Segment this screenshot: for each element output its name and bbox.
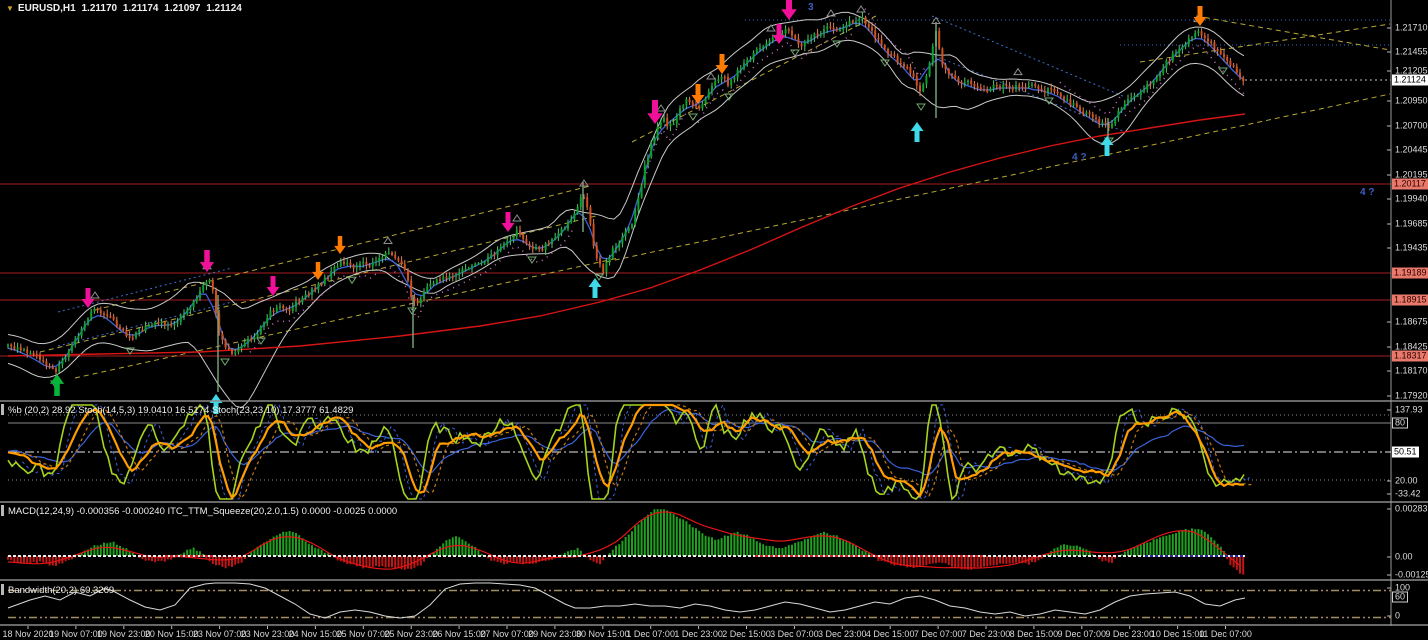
ohlc-low: 1.21097 <box>164 3 201 14</box>
y-axis-label: 0 <box>1395 610 1401 621</box>
y-axis-label: 137.93 <box>1395 404 1423 415</box>
y-axis-label: 1.19435 <box>1395 242 1428 253</box>
y-axis-label: 1.19685 <box>1395 218 1428 229</box>
y-axis-label: -0.001251 <box>1395 569 1428 580</box>
time-axis-label: 23 Nov 07:00 <box>192 629 247 639</box>
time-axis-label: 1 Dec 23:00 <box>674 629 723 639</box>
y-axis-label: 1.17920 <box>1395 390 1428 401</box>
y-axis-price-box: 80 <box>1392 417 1409 429</box>
signal-arrow-magenta-down <box>266 276 280 296</box>
time-axis-label: 25 Nov 07:00 <box>336 629 391 639</box>
time-axis-label: 7 Dec 23:00 <box>961 629 1011 639</box>
ohlc-close: 1.21124 <box>206 3 242 14</box>
y-axis-price-box: 60 <box>1392 591 1409 603</box>
time-axis-label: 24 Nov 15:00 <box>288 629 343 639</box>
signal-arrow-cyan-up <box>1100 136 1114 156</box>
y-axis-label: 1.20950 <box>1395 95 1428 106</box>
time-axis-label: 23 Nov 23:00 <box>240 629 295 639</box>
signal-arrow-magenta-down <box>199 250 215 272</box>
time-axis-label: 8 Dec 15:00 <box>1009 629 1059 639</box>
time-axis-label: 10 Dec 15:00 <box>1150 629 1205 639</box>
symbol-label: EURUSD,H1 <box>17 3 76 14</box>
time-axis-label: 3 Dec 07:00 <box>770 629 819 639</box>
time-axis-label: 4 Dec 15:00 <box>865 629 915 639</box>
signal-arrow-cyan-up <box>910 122 924 142</box>
wave-count-annotation: 3 <box>808 2 814 13</box>
y-axis-label: 1.21455 <box>1395 46 1428 57</box>
wave-count-annotation: 4 ? <box>1072 152 1087 163</box>
time-axis-label: 7 Dec 07:00 <box>913 629 963 639</box>
time-axis-label: 1 Dec 07:00 <box>626 629 675 639</box>
symbol-marker-icon: ▼ <box>6 4 14 13</box>
time-axis-label: 2 Dec 15:00 <box>722 629 771 639</box>
y-axis-label: 1.20700 <box>1395 120 1428 131</box>
time-axis-label: 18 Nov 2020 <box>2 629 54 639</box>
time-axis-label: 27 Nov 07:00 <box>480 629 534 639</box>
macd-panel-label: MACD(12,24,9) -0.000356 -0.000240 ITC_TT… <box>8 506 398 517</box>
y-axis-label: 1.20445 <box>1395 144 1428 155</box>
signal-arrow-magenta-down <box>501 212 515 232</box>
y-axis-price-box: 50.51 <box>1392 446 1419 458</box>
y-axis-label: 1.18170 <box>1395 365 1428 376</box>
time-axis-label: 3 Dec 23:00 <box>818 629 867 639</box>
time-axis-label: 11 Dec 07:00 <box>1199 629 1252 639</box>
y-axis-price-box: 1.18915 <box>1392 294 1428 306</box>
time-axis-label: 26 Nov 15:00 <box>432 629 486 639</box>
y-axis-label: 1.19940 <box>1395 193 1428 204</box>
time-axis-label: 25 Nov 23:00 <box>384 629 438 639</box>
signal-arrow-cyan-up <box>588 278 602 298</box>
y-axis-label: 1.18675 <box>1395 316 1428 327</box>
chart-title: ▼ EURUSD,H1 1.21170 1.21174 1.21097 1.211… <box>6 3 245 14</box>
y-axis-label: 0.00 <box>1395 551 1413 562</box>
time-axis-label: 29 Nov 23:00 <box>528 629 582 639</box>
ohlc-open: 1.21170 <box>81 3 118 14</box>
signal-arrow-orange-down <box>715 54 729 74</box>
percent-b-panel-handle[interactable] <box>1 404 4 415</box>
time-axis-label: 9 Dec 07:00 <box>1057 629 1107 639</box>
trading-chart-window: ▼ EURUSD,H1 1.21170 1.21174 1.21097 1.211… <box>0 0 1428 640</box>
y-axis-price-box: 1.18317 <box>1392 350 1428 362</box>
y-axis-price-box: 1.19189 <box>1392 267 1428 279</box>
y-axis-label: 20.00 <box>1395 475 1418 486</box>
signal-arrow-magenta-down <box>781 0 797 20</box>
time-axis-label: 20 Nov 15:00 <box>144 629 199 639</box>
chart-canvas[interactable] <box>0 0 1428 640</box>
time-axis-label: 19 Nov 07:00 <box>49 629 103 639</box>
macd-panel-handle[interactable] <box>1 505 4 516</box>
bandwidth-panel-label: Bandwidth(20,2) 60.3269 <box>8 585 115 596</box>
percent-b-panel-label: %b (20,2) 28.92 Stoch(14,5,3) 19.0410 16… <box>8 405 354 416</box>
y-axis-label: -33.42 <box>1395 488 1421 499</box>
time-axis-label: 9 Dec 23:00 <box>1105 629 1154 639</box>
time-axis-label: 30 Nov 15:00 <box>576 629 630 639</box>
signal-arrow-green-up <box>49 374 65 396</box>
y-axis-price-box: 1.20117 <box>1392 178 1428 190</box>
y-axis-label: 1.21710 <box>1395 22 1428 33</box>
signal-arrow-orange-down <box>334 236 346 254</box>
bandwidth-panel-handle[interactable] <box>1 584 4 595</box>
signal-arrow-orange-down <box>1193 6 1207 26</box>
wave-count-annotation: 4 ? <box>1360 187 1375 198</box>
time-axis-label: 19 Nov 23:00 <box>97 629 151 639</box>
y-axis-label: 0.00283 <box>1395 503 1428 514</box>
y-axis-price-box: 1.21124 <box>1392 74 1428 86</box>
ohlc-high: 1.21174 <box>122 3 159 14</box>
